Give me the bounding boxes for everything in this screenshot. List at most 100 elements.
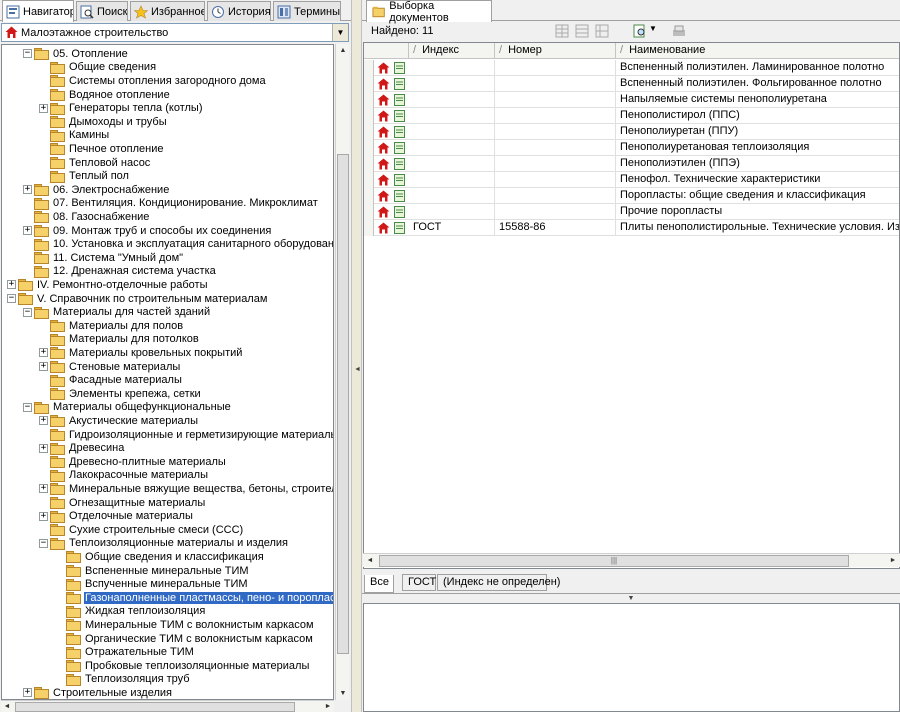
row-selector[interactable] [364, 108, 374, 124]
tree-item[interactable]: 08. Газоснабжение [23, 210, 150, 224]
table-row[interactable]: Прочие поропласты [364, 204, 899, 220]
filter-tab-all[interactable]: Все [364, 575, 394, 593]
table-horizontal-scrollbar[interactable]: ◄ ||| ► [363, 553, 900, 567]
tree-item[interactable]: Вспененные минеральные ТИМ [55, 564, 250, 578]
tree-item[interactable]: Фасадные материалы [39, 373, 183, 387]
scroll-right-icon[interactable]: ► [886, 554, 900, 568]
row-selector[interactable] [364, 124, 374, 140]
tree-item[interactable]: Материалы для потолков [39, 333, 200, 347]
tree-item[interactable]: +06. Электроснабжение [23, 183, 170, 197]
filter-tab-gost[interactable]: ГОСТ [402, 574, 436, 591]
tree-item[interactable]: Жидкая теплоизоляция [55, 605, 206, 619]
scroll-left-icon[interactable]: ◄ [363, 554, 377, 568]
chevron-down-icon[interactable]: ▼ [332, 24, 348, 41]
header-index[interactable]: / Индекс [409, 43, 495, 59]
row-selector[interactable] [364, 220, 374, 236]
tree-item[interactable]: Минеральные ТИМ с волокнистым каркасом [55, 618, 315, 632]
list-view-icon[interactable] [595, 24, 609, 38]
tree-item[interactable]: + Акустические материалы [39, 414, 199, 428]
tree-item[interactable]: 11. Система "Умный дом" [23, 251, 184, 265]
tree-item[interactable]: Камины [39, 129, 110, 143]
tab-history[interactable]: История [207, 1, 271, 21]
header-number[interactable]: / Номер [495, 43, 616, 59]
tree-item[interactable]: Теплоизоляция труб [55, 673, 191, 687]
tree-item[interactable]: Материалы для полов [39, 319, 184, 333]
tree-item[interactable]: 12. Дренажная система участка [23, 265, 217, 279]
tree-item[interactable]: Тепловой насос [39, 156, 151, 170]
scroll-right-icon[interactable]: ► [322, 701, 334, 712]
tree-item[interactable]: Отражательные ТИМ [55, 645, 195, 659]
collapse-icon[interactable]: − [23, 402, 32, 412]
columns-icon[interactable] [555, 24, 569, 38]
tree-item[interactable]: Газонаполненные пластмассы, пено- и поро… [55, 590, 333, 605]
tree-item[interactable]: + Строительные изделия [23, 686, 173, 699]
tree-item[interactable]: Вспученные минеральные ТИМ [55, 577, 249, 591]
row-selector[interactable] [364, 92, 374, 108]
tree-item[interactable]: − 05. Отопление [23, 47, 129, 61]
tree-item[interactable]: + Материалы кровельных покрытий [39, 346, 243, 360]
scroll-up-icon[interactable]: ▲ [336, 44, 350, 57]
collapse-icon[interactable]: − [39, 538, 48, 548]
scroll-left-icon[interactable]: ◄ [1, 701, 13, 712]
expand-icon[interactable]: + [23, 688, 32, 698]
expand-icon[interactable]: + [23, 226, 32, 236]
table-row[interactable]: Напыляемые системы пенополиуретана [364, 92, 899, 108]
table-row[interactable]: Пенополиуретан (ППУ) [364, 124, 899, 140]
row-selector[interactable] [364, 188, 374, 204]
collapse-icon[interactable]: − [7, 294, 16, 304]
table-row[interactable]: Вспененный полиэтилен. Фольгированное по… [364, 76, 899, 92]
find-document-icon[interactable] [633, 24, 647, 38]
tree-vertical-scrollbar[interactable]: ▲ ▼ [335, 44, 349, 700]
tree-item[interactable]: Гидроизоляционные и герметизирующие мате… [39, 428, 333, 442]
scroll-thumb[interactable] [337, 154, 349, 654]
collapse-icon[interactable]: − [23, 307, 32, 317]
expand-icon[interactable]: + [39, 484, 48, 494]
tree-item[interactable]: Системы отопления загородного дома [39, 74, 267, 88]
tab-glossary[interactable]: Термины [273, 1, 341, 21]
tree-item[interactable]: Дымоходы и трубы [39, 115, 168, 129]
header-name[interactable]: / Наименование [616, 43, 899, 59]
tree-item[interactable]: Органические ТИМ с волокнистым каркасом [55, 632, 314, 646]
table-row[interactable]: Пенофол. Технические характеристики [364, 172, 899, 188]
collapse-icon[interactable]: − [23, 49, 32, 59]
row-selector[interactable] [364, 60, 374, 76]
row-selector[interactable] [364, 140, 374, 156]
tree-item[interactable]: − Материалы общефункциональные [23, 401, 232, 415]
grid-view-icon[interactable] [575, 24, 589, 38]
tab-favorites[interactable]: Избранное [130, 1, 205, 21]
tree-item[interactable]: Лакокрасочные материалы [39, 469, 209, 483]
expand-icon[interactable]: + [39, 443, 48, 453]
tree-item[interactable]: +09. Монтаж труб и способы их соединения [23, 224, 272, 238]
panel-divider[interactable]: ▼ [362, 593, 900, 603]
expand-icon[interactable]: + [7, 280, 16, 290]
tree-item[interactable]: − V. Справочник по строительным материала… [7, 292, 268, 306]
tree-item[interactable]: + Генераторы тепла (котлы) [39, 101, 203, 115]
table-row[interactable]: Поропласты: общие сведения и классификац… [364, 188, 899, 204]
scroll-thumb[interactable] [15, 702, 295, 712]
scroll-thumb[interactable]: ||| [379, 555, 849, 567]
tree-item[interactable]: + IV. Ремонтно-отделочные работы [7, 278, 209, 292]
table-row[interactable]: ГОСТ 15588-86 Плиты пенополистирольные. Те… [364, 220, 899, 236]
tree-item[interactable]: Древесно-плитные материалы [39, 455, 227, 469]
pane-splitter[interactable]: ◄ [351, 0, 362, 712]
tab-document-selection[interactable]: Выборка документов [366, 0, 492, 24]
expand-icon[interactable]: + [39, 103, 48, 113]
tree-item[interactable]: Пробковые теплоизоляционные материалы [55, 659, 310, 673]
table-row[interactable]: Пенополиуретановая теплоизоляция [364, 140, 899, 156]
tree-item[interactable]: Элементы крепежа, сетки [39, 387, 202, 401]
chevron-down-icon[interactable]: ▼ [628, 595, 635, 602]
table-row[interactable]: Пенополиэтилен (ППЭ) [364, 156, 899, 172]
table-row[interactable]: Вспененный полиэтилен. Ламинированное по… [364, 60, 899, 76]
expand-icon[interactable]: + [39, 348, 48, 358]
tree-item[interactable]: Теплый пол [39, 169, 130, 183]
expand-icon[interactable]: + [39, 416, 48, 426]
table-row[interactable]: Пенополистирол (ППС) [364, 108, 899, 124]
tree-item[interactable]: 10. Установка и эксплуатация санитарного… [23, 237, 333, 251]
tree-item[interactable]: Общие сведения и классификация [55, 550, 265, 564]
tab-navigator[interactable]: Навигатор [2, 0, 74, 22]
row-selector[interactable] [364, 172, 374, 188]
tree-item[interactable]: Общие сведения [39, 61, 157, 75]
row-selector[interactable] [364, 204, 374, 220]
collapse-left-icon[interactable]: ◄ [354, 366, 361, 373]
tree-item[interactable]: + Минеральные вяжущие вещества, бетоны, с… [39, 482, 333, 496]
